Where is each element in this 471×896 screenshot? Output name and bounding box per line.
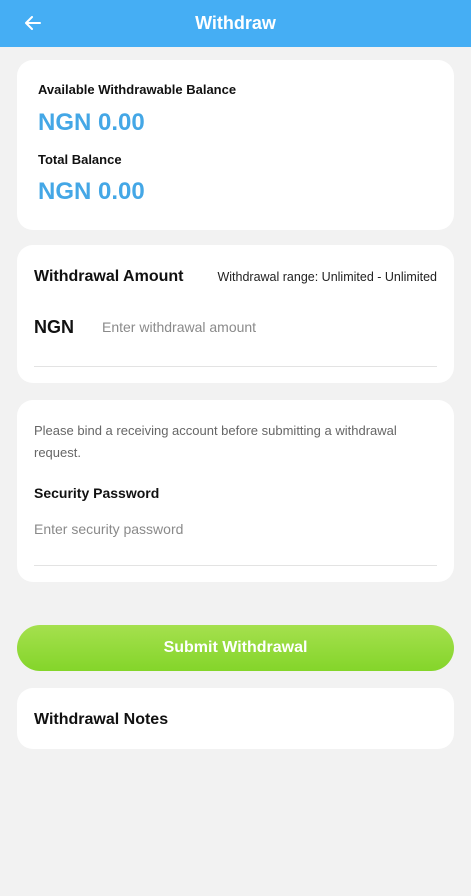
available-balance-value: NGN 0.00 xyxy=(38,109,145,136)
withdrawal-amount-label: Withdrawal Amount xyxy=(34,268,184,285)
page-title: Withdraw xyxy=(195,13,276,33)
bind-account-notice: Please bind a receiving account before s… xyxy=(34,423,397,460)
back-button[interactable] xyxy=(22,12,44,34)
security-card: Please bind a receiving account before s… xyxy=(17,400,454,582)
app-header: Withdraw xyxy=(0,0,471,47)
security-password-input[interactable] xyxy=(34,517,434,541)
divider xyxy=(34,565,437,566)
security-password-label: Security Password xyxy=(34,485,160,501)
total-balance-value: NGN 0.00 xyxy=(38,178,145,205)
withdrawal-amount-card: Withdrawal Amount Withdrawal range: Unli… xyxy=(17,245,454,383)
withdrawal-notes-title: Withdrawal Notes xyxy=(34,711,169,728)
divider xyxy=(34,366,437,367)
arrow-left-icon xyxy=(25,16,41,30)
currency-label: NGN xyxy=(34,317,74,337)
balance-card: Available Withdrawable Balance NGN 0.00 … xyxy=(17,60,454,230)
submit-withdrawal-button[interactable]: Submit Withdrawal xyxy=(17,625,454,671)
withdrawal-notes-card[interactable]: Withdrawal Notes xyxy=(17,688,454,749)
withdrawal-amount-input[interactable] xyxy=(102,315,432,339)
total-balance-label: Total Balance xyxy=(38,152,122,167)
withdrawal-range-text: Withdrawal range: Unlimited - Unlimited xyxy=(217,270,437,284)
available-balance-label: Available Withdrawable Balance xyxy=(38,82,237,97)
